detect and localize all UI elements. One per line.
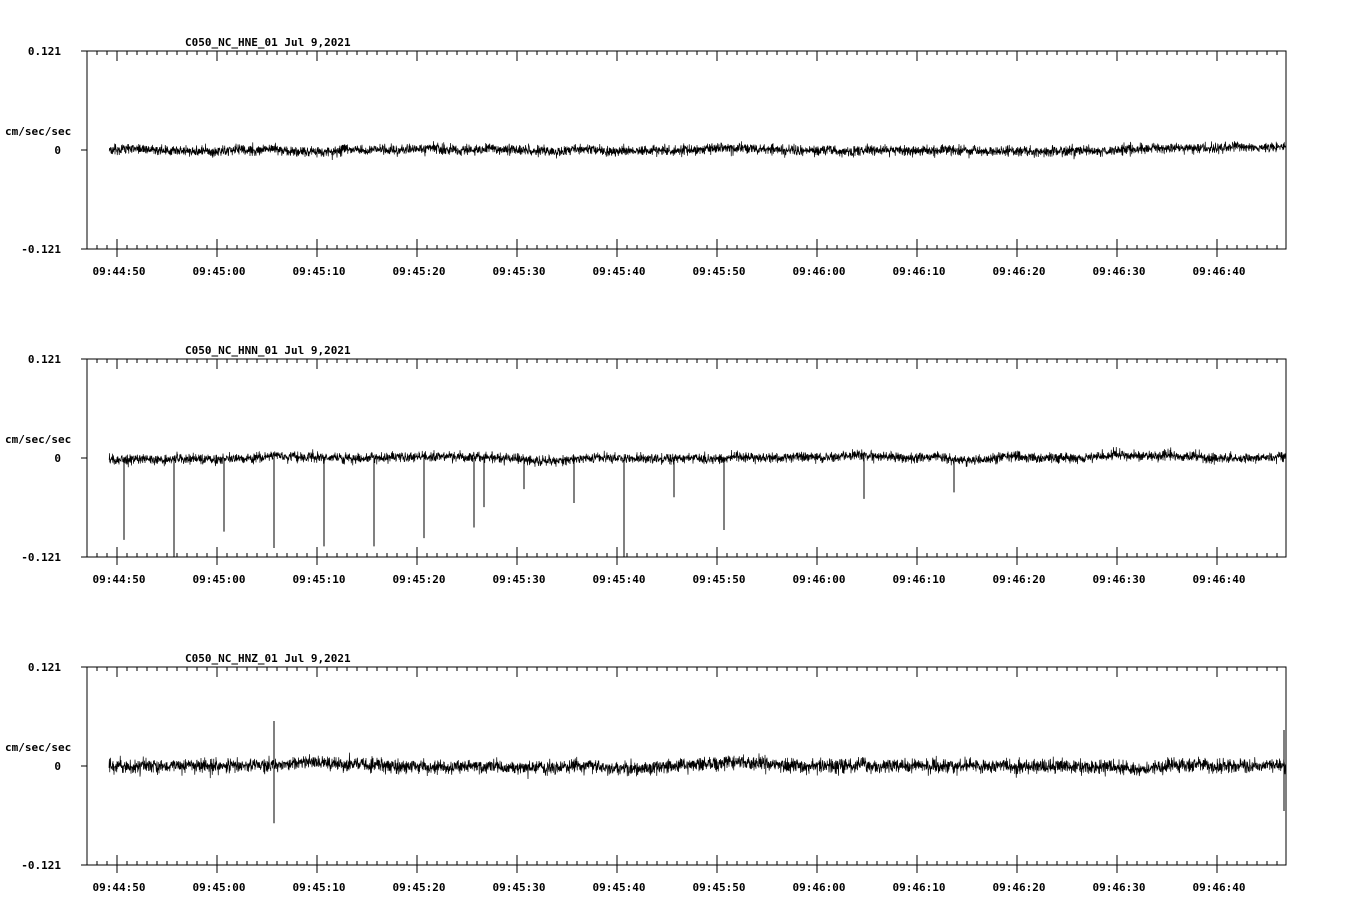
x-tick-label: 09:46:30 [1093, 573, 1146, 586]
y-tick-label: 0 [54, 144, 61, 157]
waveform-trace [108, 141, 1287, 161]
x-tick-label: 09:46:40 [1193, 573, 1246, 586]
y-axis-label: cm/sec/sec [5, 741, 71, 754]
x-tick-label: 09:45:30 [493, 265, 546, 278]
y-tick-label: -0.121 [21, 551, 61, 564]
x-tick-label: 09:45:10 [293, 881, 346, 894]
x-tick-label: 09:45:50 [693, 881, 746, 894]
y-tick-label: -0.121 [21, 859, 61, 872]
x-tick-label: 09:46:40 [1193, 881, 1246, 894]
x-tick-label: 09:45:00 [193, 265, 246, 278]
seismogram-panel-1: C050_NC_HNE_01 Jul 9,2021 cm/sec/sec 0.121… [5, 36, 1287, 278]
x-tick-label: 09:45:00 [193, 573, 246, 586]
x-tick-label: 09:46:30 [1093, 265, 1146, 278]
x-tick-label: 09:46:20 [993, 265, 1046, 278]
x-tick-label: 09:45:40 [593, 265, 646, 278]
x-tick-label: 09:45:00 [193, 881, 246, 894]
x-tick-label: 09:46:20 [993, 573, 1046, 586]
x-tick-label: 09:46:00 [793, 573, 846, 586]
y-tick-label: 0.121 [28, 353, 61, 366]
x-tick-label: 09:46:10 [893, 265, 946, 278]
x-tick-label: 09:44:50 [93, 881, 146, 894]
x-tick-label: 09:46:30 [1093, 881, 1146, 894]
x-tick-label: 09:45:40 [593, 573, 646, 586]
y-axis-label: cm/sec/sec [5, 125, 71, 138]
x-tick-label: 09:45:30 [493, 881, 546, 894]
panel-title: C050_NC_HNE_01 Jul 9,2021 [185, 36, 351, 49]
seismogram-panel-2: C050_NC_HNN_01 Jul 9,2021 cm/sec/sec 0.121… [5, 344, 1287, 586]
x-tick-label: 09:46:10 [893, 881, 946, 894]
x-tick-label: 09:44:50 [93, 265, 146, 278]
y-tick-label: 0 [54, 452, 61, 465]
seismogram-figure: C050_NC_HNE_01 Jul 9,2021 cm/sec/sec 0.121… [5, 36, 1287, 894]
x-tick-label: 09:46:20 [993, 881, 1046, 894]
x-tick-label: 09:45:30 [493, 573, 546, 586]
x-tick-label: 09:45:10 [293, 573, 346, 586]
y-tick-label: 0.121 [28, 45, 61, 58]
x-tick-label: 09:46:00 [793, 265, 846, 278]
y-axis-label: cm/sec/sec [5, 433, 71, 446]
x-tick-label: 09:45:40 [593, 881, 646, 894]
panel-title: C050_NC_HNZ_01 Jul 9,2021 [185, 652, 351, 665]
waveform-trace [108, 752, 1287, 780]
x-tick-label: 09:45:10 [293, 265, 346, 278]
x-tick-label: 09:46:00 [793, 881, 846, 894]
x-tick-label: 09:45:20 [393, 265, 446, 278]
panel-title: C050_NC_HNN_01 Jul 9,2021 [185, 344, 351, 357]
x-tick-label: 09:44:50 [93, 573, 146, 586]
x-tick-label: 09:46:10 [893, 573, 946, 586]
x-tick-label: 09:45:50 [693, 265, 746, 278]
x-tick-label: 09:45:50 [693, 573, 746, 586]
y-tick-label: 0.121 [28, 661, 61, 674]
waveform-trace [108, 446, 1287, 468]
y-tick-label: 0 [54, 760, 61, 773]
y-tick-label: -0.121 [21, 243, 61, 256]
x-tick-label: 09:45:20 [393, 573, 446, 586]
seismogram-panel-3: C050_NC_HNZ_01 Jul 9,2021 cm/sec/sec 0.121… [5, 652, 1287, 894]
x-tick-label: 09:45:20 [393, 881, 446, 894]
x-tick-label: 09:46:40 [1193, 265, 1246, 278]
